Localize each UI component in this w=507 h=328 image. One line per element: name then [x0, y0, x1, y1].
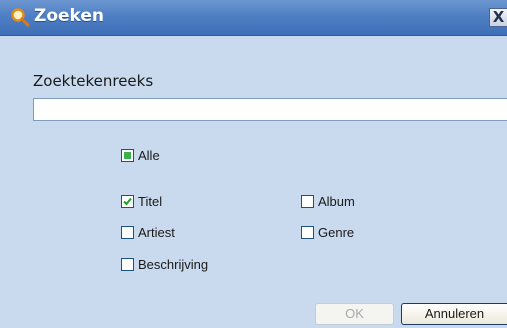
checkbox-description-label: Beschrijving [138, 256, 209, 272]
search-label: Zoektekenreeks [33, 72, 154, 90]
ok-button[interactable]: OK [315, 303, 394, 325]
title-bar[interactable]: Zoeken X [0, 0, 507, 36]
checkbox-all[interactable]: Alle [121, 146, 160, 164]
checkbox-artist[interactable]: Artiest [121, 223, 175, 241]
checkbox-album-box[interactable] [301, 194, 314, 208]
cancel-button[interactable]: Annuleren [401, 303, 507, 325]
checkbox-genre-label: Genre [318, 224, 355, 240]
checkbox-title-box[interactable] [121, 194, 134, 208]
checkbox-genre-box[interactable] [301, 225, 314, 239]
checkbox-artist-box[interactable] [121, 225, 134, 239]
search-dialog: Zoeken X Zoektekenreeks Alle Titel Album… [0, 0, 507, 328]
magnifier-icon [11, 8, 30, 27]
checkbox-album-label: Album [318, 193, 355, 209]
checkbox-artist-label: Artiest [138, 224, 175, 240]
checkbox-genre[interactable]: Genre [301, 223, 354, 241]
checkbox-all-box[interactable] [121, 148, 134, 162]
dialog-title: Zoeken [34, 6, 105, 26]
checkmark-icon [123, 197, 132, 205]
checkbox-title-label: Titel [138, 193, 163, 209]
search-input[interactable] [33, 98, 507, 121]
checkbox-description-box[interactable] [121, 257, 134, 271]
checkbox-all-label: Alle [138, 147, 160, 163]
checkbox-title[interactable]: Titel [121, 192, 162, 210]
checkbox-description[interactable]: Beschrijving [121, 255, 208, 273]
close-icon: X [492, 8, 505, 26]
checkbox-album[interactable]: Album [301, 192, 355, 210]
close-button[interactable]: X [489, 8, 507, 27]
